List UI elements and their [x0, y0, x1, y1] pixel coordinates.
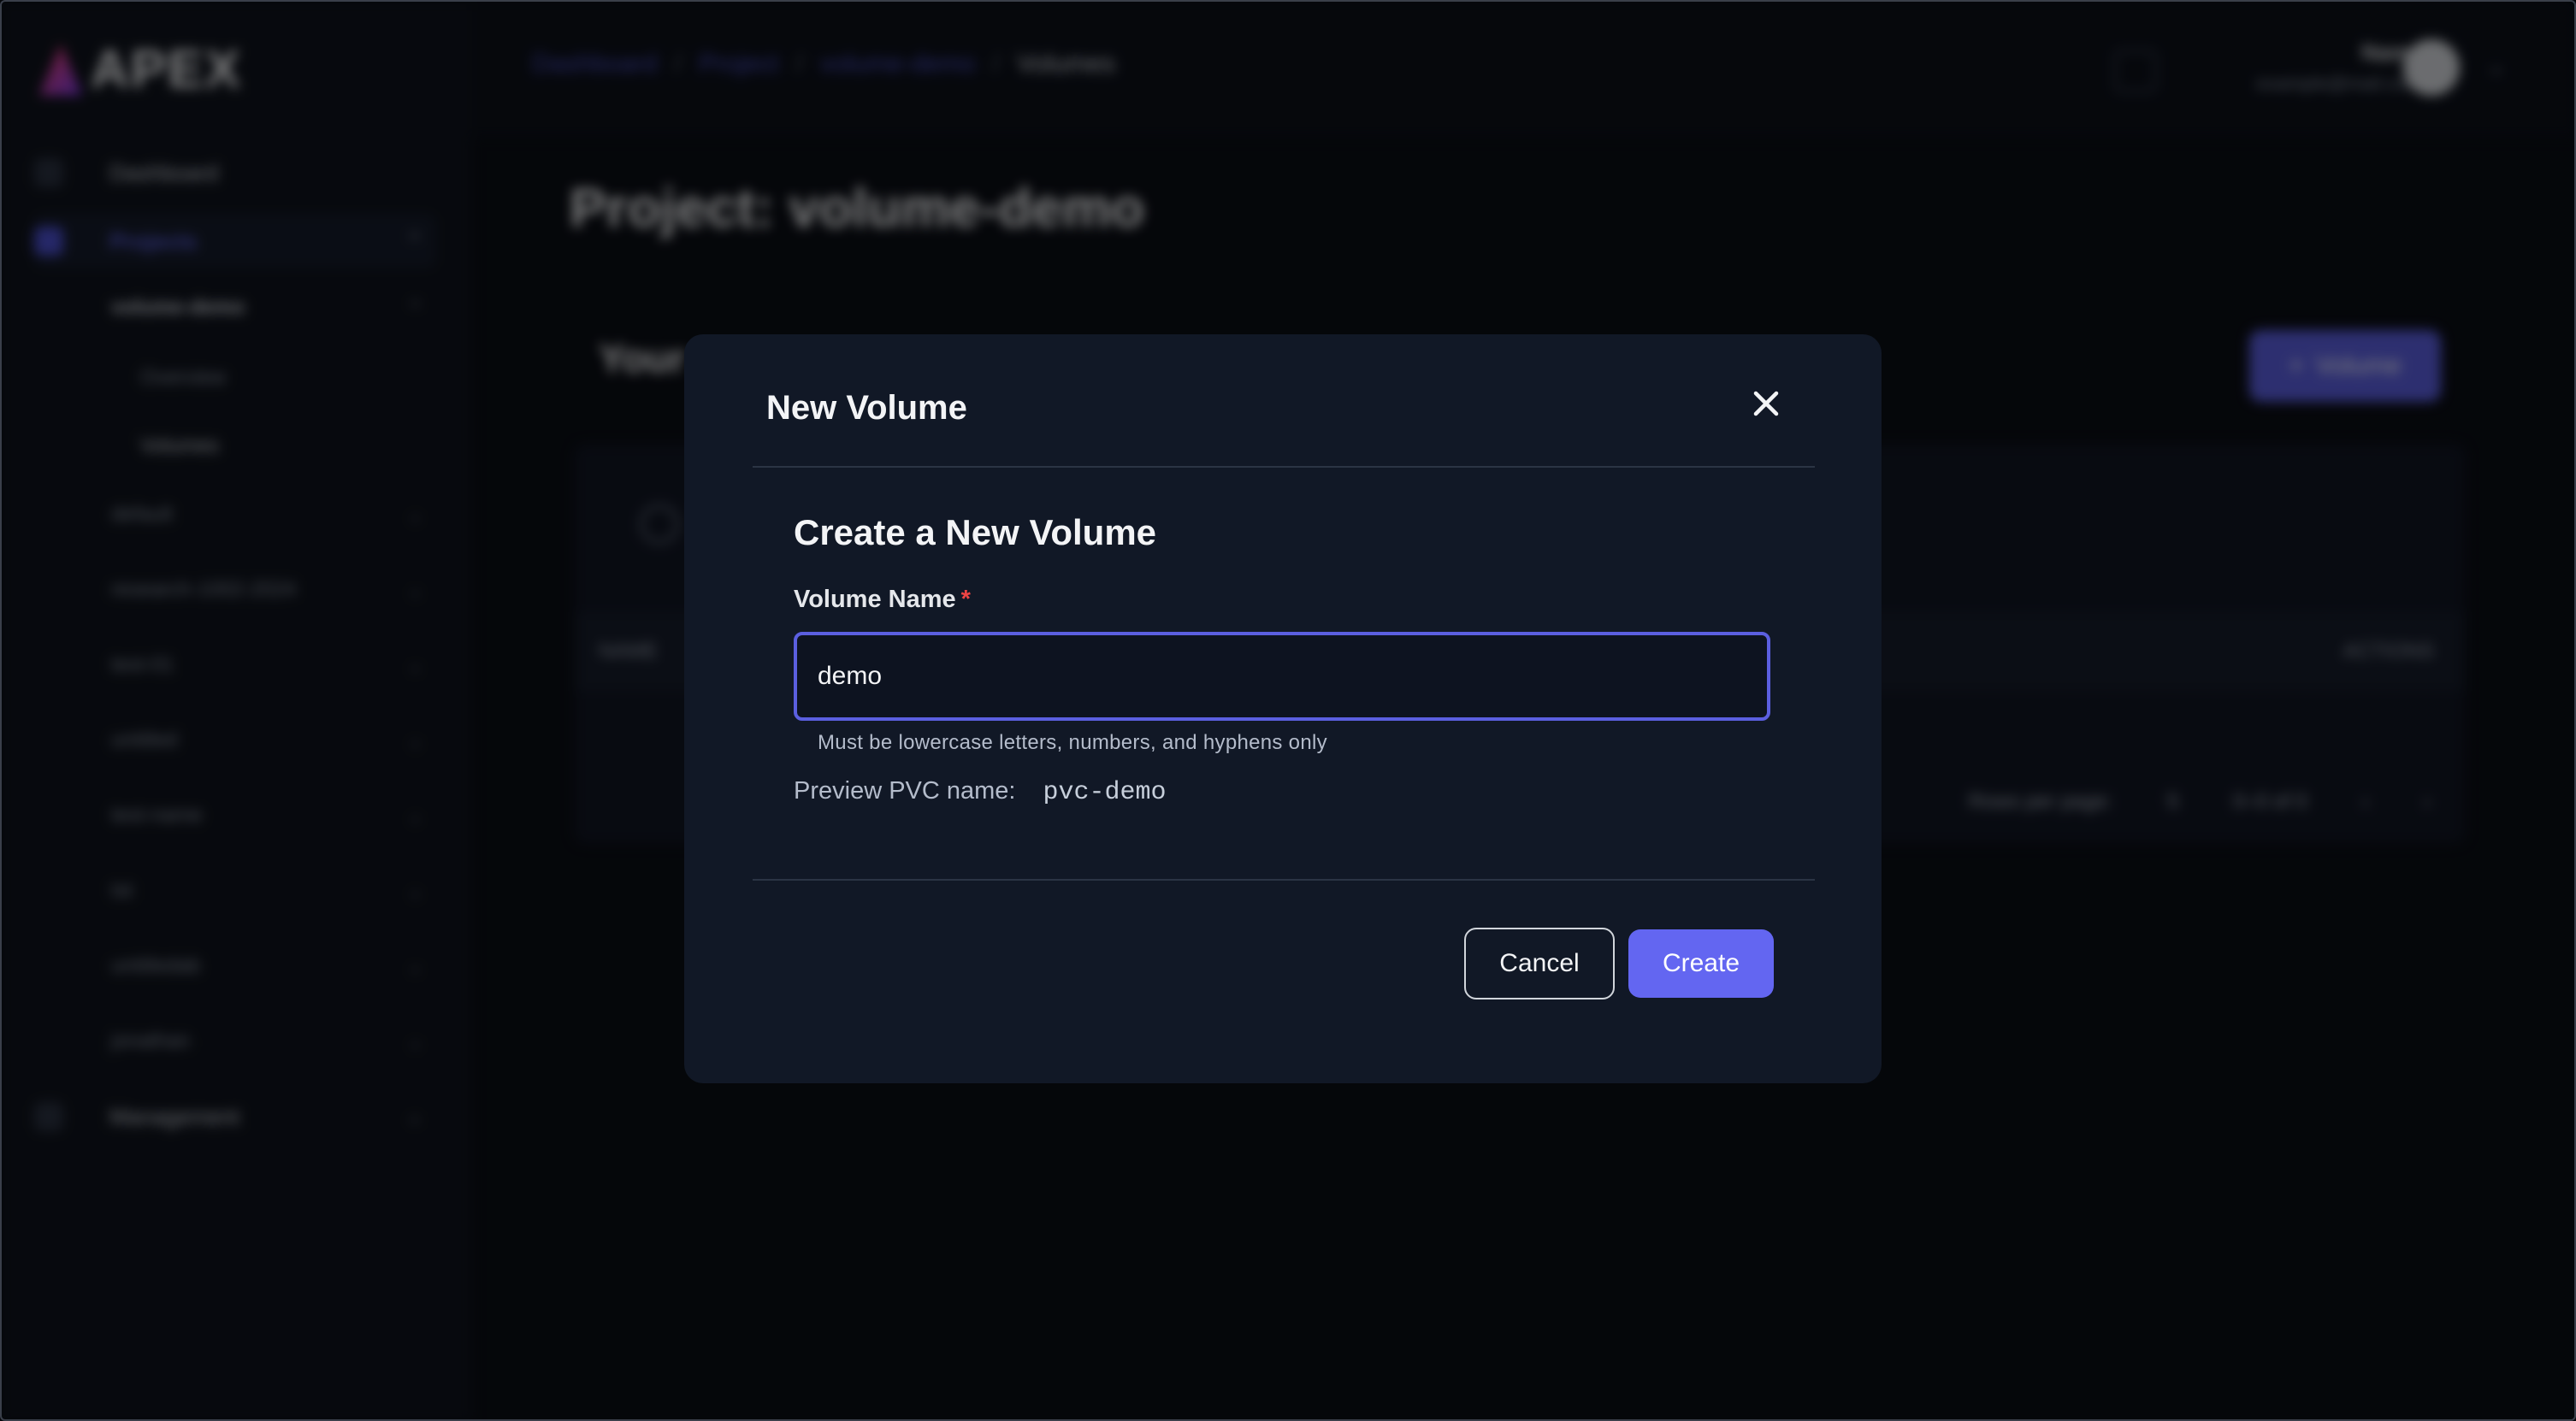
dialog-divider-bottom: [753, 879, 1815, 881]
close-icon: [1753, 391, 1779, 416]
create-button[interactable]: Create: [1628, 929, 1774, 998]
pvc-preview: Preview PVC name: pvc-demo: [794, 777, 1167, 807]
field-label-text: Volume Name: [794, 586, 956, 613]
volume-name-label: Volume Name *: [794, 586, 971, 614]
dialog-divider-top: [753, 466, 1815, 468]
close-button[interactable]: [1745, 382, 1787, 425]
dialog-title: New Volume: [766, 389, 967, 427]
required-asterisk: *: [960, 586, 971, 613]
preview-label: Preview PVC name:: [794, 777, 1016, 805]
form-heading: Create a New Volume: [794, 512, 1157, 552]
new-volume-dialog: New Volume Create a New Volume Volume Na…: [684, 334, 1882, 1083]
cancel-button[interactable]: Cancel: [1464, 928, 1615, 999]
preview-value: pvc-demo: [1043, 778, 1167, 807]
volume-name-input[interactable]: [794, 632, 1770, 721]
helper-text: Must be lowercase letters, numbers, and …: [818, 731, 1327, 754]
